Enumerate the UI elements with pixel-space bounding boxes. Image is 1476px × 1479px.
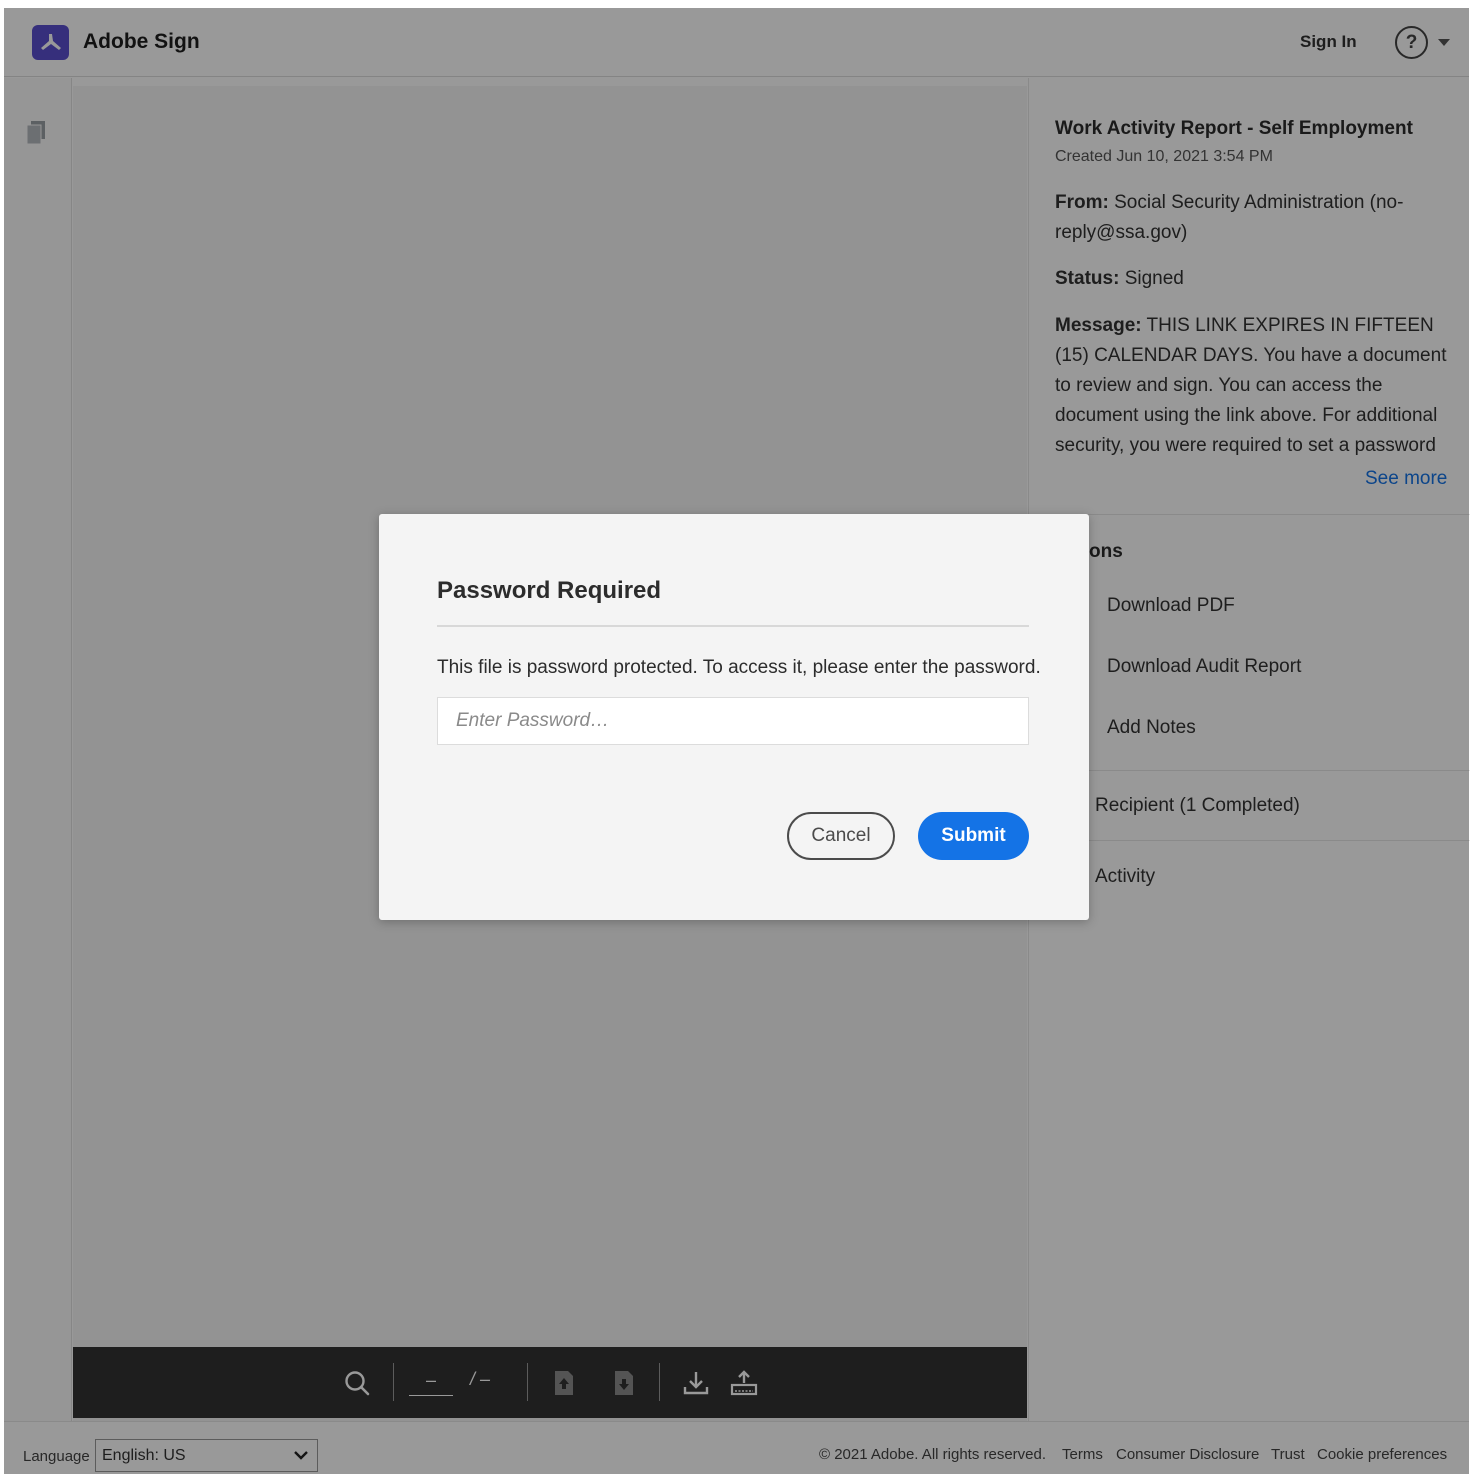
password-dialog: Password Required This file is password … <box>379 514 1089 920</box>
dialog-title: Password Required <box>437 577 662 604</box>
cancel-button[interactable]: Cancel <box>787 812 895 860</box>
submit-button[interactable]: Submit <box>918 812 1029 860</box>
dialog-divider <box>437 625 1029 627</box>
dialog-message: This file is password protected. To acce… <box>437 657 1041 678</box>
password-input[interactable] <box>437 697 1029 745</box>
